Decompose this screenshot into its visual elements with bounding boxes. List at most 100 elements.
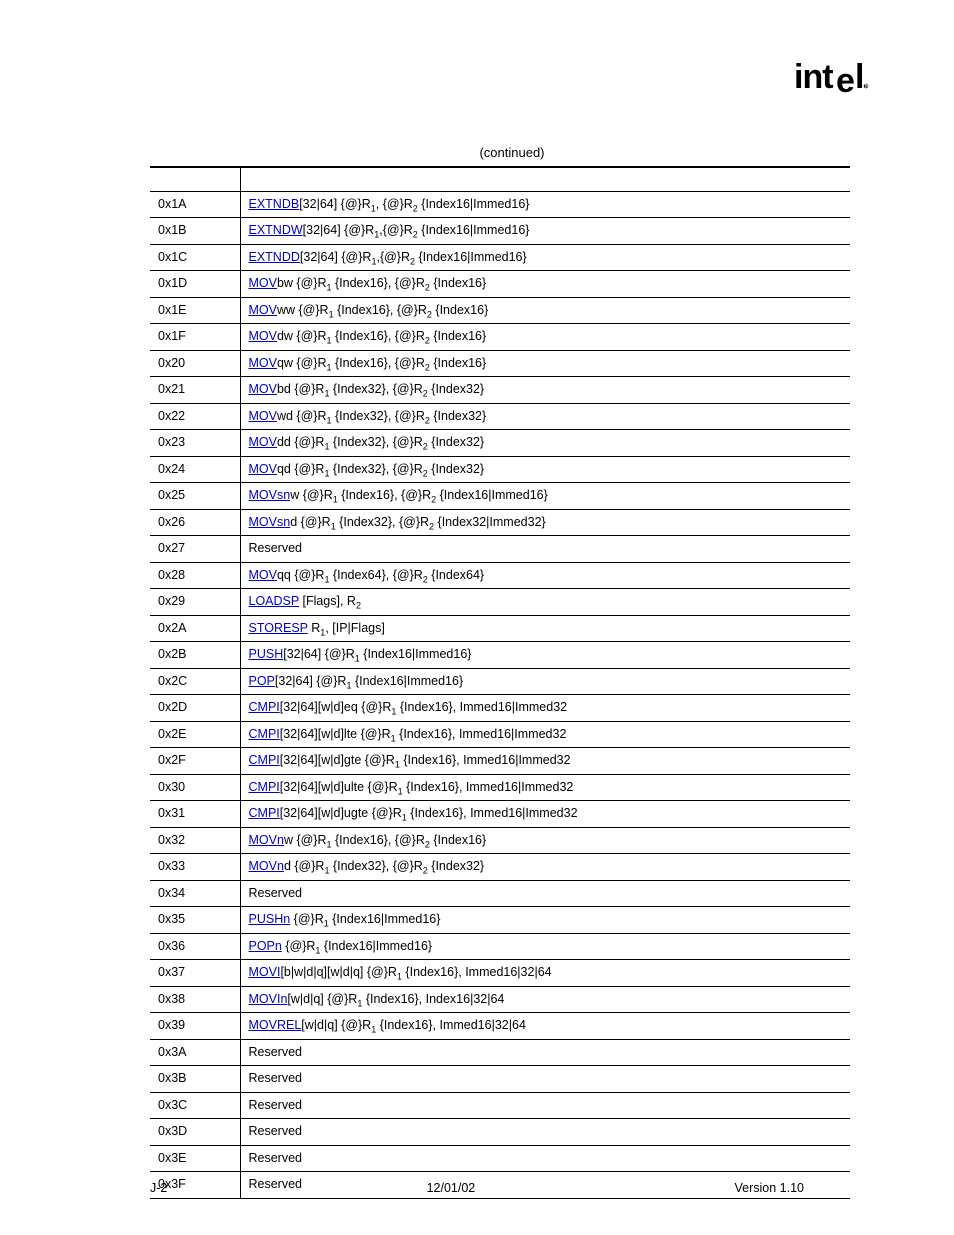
instruction-cell: CMPI[32|64][w|d]lte {@}R1 {Index16}, Imm…: [240, 721, 850, 748]
instruction-cell: CMPI[32|64][w|d]ugte {@}R1 {Index16}, Im…: [240, 801, 850, 828]
mnemonic-link[interactable]: MOVREL: [249, 1018, 302, 1032]
table-row: 0x27Reserved: [150, 536, 850, 563]
table-row: 0x37MOVI[b|w|d|q][w|d|q] {@}R1 {Index16}…: [150, 960, 850, 987]
table-row: 0x2DCMPI[32|64][w|d]eq {@}R1 {Index16}, …: [150, 695, 850, 722]
table-row: 0x32MOVnw {@}R1 {Index16}, {@}R2 {Index1…: [150, 827, 850, 854]
table-row: 0x38MOVIn[w|d|q] {@}R1 {Index16}, Index1…: [150, 986, 850, 1013]
svg-text:l: l: [855, 58, 863, 96]
mnemonic-link[interactable]: MOV: [249, 356, 277, 370]
svg-text:int: int: [794, 58, 833, 96]
instruction-cell: MOVREL[w|d|q] {@}R1 {Index16}, Immed16|3…: [240, 1013, 850, 1040]
mnemonic-link[interactable]: MOV: [249, 303, 277, 317]
opcode-cell: 0x22: [150, 403, 240, 430]
mnemonic-link[interactable]: MOVn: [249, 859, 284, 873]
instruction-cell: MOVI[b|w|d|q][w|d|q] {@}R1 {Index16}, Im…: [240, 960, 850, 987]
mnemonic-link[interactable]: PUSH: [249, 647, 284, 661]
opcode-cell: 0x2E: [150, 721, 240, 748]
instruction-cell: Reserved: [240, 1119, 850, 1146]
mnemonic-link[interactable]: POP: [249, 674, 275, 688]
table-row: 0x3CReserved: [150, 1092, 850, 1119]
instruction-cell: POPn {@}R1 {Index16|Immed16}: [240, 933, 850, 960]
table-row: 0x1CEXTNDD[32|64] {@}R1,{@}R2 {Index16|I…: [150, 244, 850, 271]
table-row: 0x3BReserved: [150, 1066, 850, 1093]
mnemonic-link[interactable]: PUSHn: [249, 912, 291, 926]
mnemonic-link[interactable]: CMPI: [249, 753, 280, 767]
table-row: 0x36POPn {@}R1 {Index16|Immed16}: [150, 933, 850, 960]
mnemonic-link[interactable]: STORESP: [249, 621, 308, 635]
instruction-cell: CMPI[32|64][w|d]ulte {@}R1 {Index16}, Im…: [240, 774, 850, 801]
instruction-cell: MOVIn[w|d|q] {@}R1 {Index16}, Index16|32…: [240, 986, 850, 1013]
mnemonic-link[interactable]: MOV: [249, 382, 277, 396]
instruction-cell: MOVsnw {@}R1 {Index16}, {@}R2 {Index16|I…: [240, 483, 850, 510]
table-row: 0x29LOADSP [Flags], R2: [150, 589, 850, 616]
mnemonic-link[interactable]: MOV: [249, 329, 277, 343]
opcode-cell: 0x2A: [150, 615, 240, 642]
mnemonic-link[interactable]: MOV: [249, 435, 277, 449]
table-row: 0x1AEXTNDB[32|64] {@}R1, {@}R2 {Index16|…: [150, 191, 850, 218]
opcode-cell: 0x1B: [150, 218, 240, 245]
mnemonic-link[interactable]: MOV: [249, 409, 277, 423]
table-row: 0x2BPUSH[32|64] {@}R1 {Index16|Immed16}: [150, 642, 850, 669]
table-row: 0x35PUSHn {@}R1 {Index16|Immed16}: [150, 907, 850, 934]
opcode-cell: 0x27: [150, 536, 240, 563]
instruction-cell: PUSHn {@}R1 {Index16|Immed16}: [240, 907, 850, 934]
opcode-cell: 0x25: [150, 483, 240, 510]
instruction-cell: MOVsnd {@}R1 {Index32}, {@}R2 {Index32|I…: [240, 509, 850, 536]
mnemonic-link[interactable]: MOVsn: [249, 515, 291, 529]
instruction-cell: MOVqd {@}R1 {Index32}, {@}R2 {Index32}: [240, 456, 850, 483]
mnemonic-link[interactable]: MOV: [249, 568, 277, 582]
mnemonic-link[interactable]: LOADSP: [249, 594, 300, 608]
mnemonic-link[interactable]: MOVn: [249, 833, 284, 847]
opcode-cell: 0x36: [150, 933, 240, 960]
table-row: 0x2ECMPI[32|64][w|d]lte {@}R1 {Index16},…: [150, 721, 850, 748]
table-row: 0x22MOVwd {@}R1 {Index32}, {@}R2 {Index3…: [150, 403, 850, 430]
opcode-cell: 0x3A: [150, 1039, 240, 1066]
opcode-cell: 0x28: [150, 562, 240, 589]
instruction-cell: EXTNDW[32|64] {@}R1,{@}R2 {Index16|Immed…: [240, 218, 850, 245]
opcode-cell: 0x20: [150, 350, 240, 377]
table-row: 0x33MOVnd {@}R1 {Index32}, {@}R2 {Index3…: [150, 854, 850, 881]
instruction-cell: MOVwd {@}R1 {Index32}, {@}R2 {Index32}: [240, 403, 850, 430]
instruction-cell: MOVnw {@}R1 {Index16}, {@}R2 {Index16}: [240, 827, 850, 854]
table-row: 0x26MOVsnd {@}R1 {Index32}, {@}R2 {Index…: [150, 509, 850, 536]
instruction-cell: Reserved: [240, 1039, 850, 1066]
opcode-cell: 0x21: [150, 377, 240, 404]
opcode-cell: 0x23: [150, 430, 240, 457]
table-row: 0x24MOVqd {@}R1 {Index32}, {@}R2 {Index3…: [150, 456, 850, 483]
mnemonic-link[interactable]: CMPI: [249, 700, 280, 714]
mnemonic-link[interactable]: MOVIn: [249, 992, 288, 1006]
footer-right: Version 1.10: [734, 1181, 804, 1195]
mnemonic-link[interactable]: EXTNDW: [249, 223, 303, 237]
instruction-cell: MOVdd {@}R1 {Index32}, {@}R2 {Index32}: [240, 430, 850, 457]
opcode-cell: 0x2D: [150, 695, 240, 722]
instruction-cell: CMPI[32|64][w|d]eq {@}R1 {Index16}, Imme…: [240, 695, 850, 722]
opcode-cell: 0x30: [150, 774, 240, 801]
instruction-cell: PUSH[32|64] {@}R1 {Index16|Immed16}: [240, 642, 850, 669]
instruction-cell: CMPI[32|64][w|d]gte {@}R1 {Index16}, Imm…: [240, 748, 850, 775]
mnemonic-link[interactable]: EXTNDB: [249, 197, 300, 211]
mnemonic-link[interactable]: MOV: [249, 462, 277, 476]
mnemonic-link[interactable]: CMPI: [249, 806, 280, 820]
intel-logo: int e l R: [794, 58, 874, 107]
opcode-cell: 0x29: [150, 589, 240, 616]
opcode-cell: 0x3C: [150, 1092, 240, 1119]
opcode-cell: 0x34: [150, 880, 240, 907]
mnemonic-link[interactable]: POPn: [249, 939, 282, 953]
table-caption: (continued): [80, 145, 874, 160]
instruction-cell: POP[32|64] {@}R1 {Index16|Immed16}: [240, 668, 850, 695]
opcode-cell: 0x26: [150, 509, 240, 536]
mnemonic-link[interactable]: CMPI: [249, 780, 280, 794]
opcode-cell: 0x24: [150, 456, 240, 483]
footer-left: J-2: [150, 1181, 167, 1195]
mnemonic-link[interactable]: MOVsn: [249, 488, 291, 502]
table-row: 0x1FMOVdw {@}R1 {Index16}, {@}R2 {Index1…: [150, 324, 850, 351]
mnemonic-link[interactable]: CMPI: [249, 727, 280, 741]
table-row: 0x1DMOVbw {@}R1 {Index16}, {@}R2 {Index1…: [150, 271, 850, 298]
mnemonic-link[interactable]: EXTNDD: [249, 250, 300, 264]
opcode-cell: 0x37: [150, 960, 240, 987]
opcode-cell: 0x3D: [150, 1119, 240, 1146]
mnemonic-link[interactable]: MOVI: [249, 965, 281, 979]
table-row: 0x3EReserved: [150, 1145, 850, 1172]
mnemonic-link[interactable]: MOV: [249, 276, 277, 290]
instruction-cell: MOVbd {@}R1 {Index32}, {@}R2 {Index32}: [240, 377, 850, 404]
